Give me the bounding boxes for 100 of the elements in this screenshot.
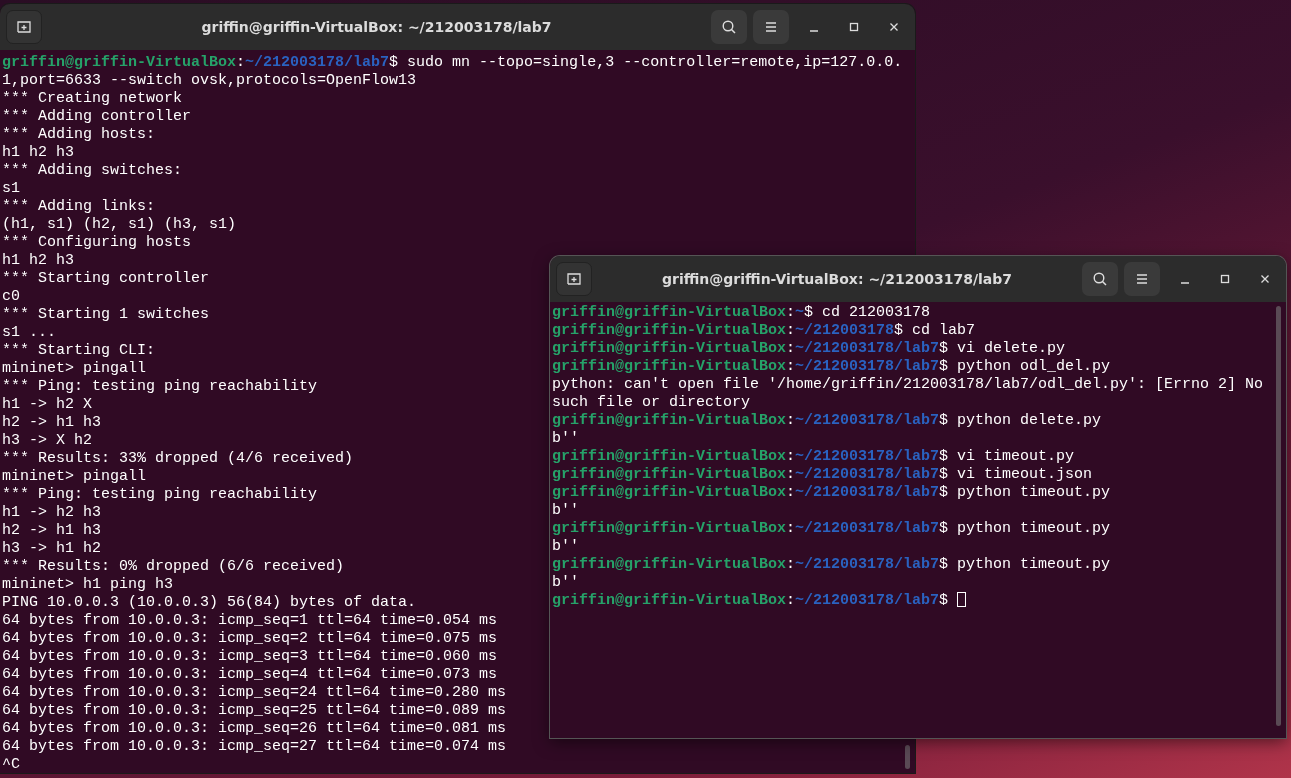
output-line: h1 -> h2 h3 <box>2 504 102 521</box>
prompt-separator: : <box>786 484 796 501</box>
prompt-user: griffin@griffin-VirtualBox <box>552 466 787 483</box>
prompt-path: ~/212003178/lab7 <box>795 520 940 537</box>
close-icon <box>889 22 899 32</box>
output-line: h2 -> h1 h3 <box>2 522 102 539</box>
prompt-separator: : <box>786 358 796 375</box>
prompt-path: ~/212003178/lab7 <box>795 466 940 483</box>
prompt-path: ~/212003178/lab7 <box>795 484 940 501</box>
prompt-path: ~/212003178 <box>795 322 895 339</box>
output-line: 64 bytes from 10.0.0.3: icmp_seq=27 ttl=64 time=0.074 ms <box>2 738 507 755</box>
output-line: 64 bytes from 10.0.0.3: icmp_seq=1 ttl=64 time=0.054 ms <box>2 612 498 629</box>
menu-button[interactable] <box>1124 262 1160 296</box>
prompt-path: ~/212003178/lab7 <box>795 592 940 609</box>
maximize-icon <box>849 22 859 32</box>
command-text: $ vi timeout.py <box>939 448 1075 465</box>
output-line: PING 10.0.0.3 (10.0.0.3) 56(84) bytes of data. <box>2 594 417 611</box>
command-text: $ vi timeout.json <box>939 466 1093 483</box>
prompt-user: griffin@griffin-VirtualBox <box>552 322 787 339</box>
prompt-user: griffin@griffin-VirtualBox <box>552 448 787 465</box>
new-tab-icon <box>16 19 32 35</box>
close-icon <box>1260 274 1270 284</box>
new-tab-button[interactable] <box>556 262 592 296</box>
new-tab-button[interactable] <box>6 10 42 44</box>
new-tab-icon <box>566 271 582 287</box>
prompt-user: griffin@griffin-VirtualBox <box>552 340 787 357</box>
search-icon <box>1092 271 1108 287</box>
output-line: h3 -> X h2 <box>2 432 92 449</box>
output-line: *** Configuring hosts <box>2 234 192 251</box>
prompt-path: ~/212003178/lab7 <box>795 556 940 573</box>
output-line: *** Ping: testing ping reachability <box>2 378 318 395</box>
prompt-user: griffin@griffin-VirtualBox <box>552 520 787 537</box>
command-text: $ python odl_del.py <box>939 358 1111 375</box>
output-line: *** Adding controller <box>2 108 192 125</box>
prompt-separator: : <box>236 54 246 71</box>
menu-icon <box>1135 273 1149 285</box>
output-line: 64 bytes from 10.0.0.3: icmp_seq=24 ttl=64 time=0.280 ms <box>2 684 507 701</box>
search-button[interactable] <box>1082 262 1118 296</box>
output-line: b'' <box>552 430 579 447</box>
window-title: griffin@griffin-VirtualBox: ~/212003178/lab7 <box>661 271 1013 287</box>
prompt-user: griffin@griffin-VirtualBox <box>2 54 237 71</box>
command-text: $ cd 212003178 <box>804 304 931 321</box>
prompt-path: ~/212003178/lab7 <box>795 448 940 465</box>
minimize-icon <box>810 30 818 32</box>
command-text: $ cd lab7 <box>894 322 976 339</box>
prompt-separator: : <box>786 412 796 429</box>
output-line: b'' <box>552 502 579 519</box>
output-line: *** Adding switches: <box>2 162 183 179</box>
output-line: such file or directory <box>552 394 751 411</box>
prompt-separator: : <box>786 520 796 537</box>
prompt-path: ~/212003178/lab7 <box>795 340 940 357</box>
output-line: mininet> pingall <box>2 360 147 377</box>
output-line: h2 -> h1 h3 <box>2 414 102 431</box>
prompt-path: ~/212003178/lab7 <box>795 358 940 375</box>
search-button[interactable] <box>711 10 747 44</box>
maximize-icon <box>1220 274 1230 284</box>
prompt-path: ~/212003178/lab7 <box>795 412 940 429</box>
output-line: ^C <box>2 756 20 773</box>
output-line: 64 bytes from 10.0.0.3: icmp_seq=26 ttl=64 time=0.081 ms <box>2 720 507 737</box>
menu-icon <box>764 21 778 33</box>
prompt-separator: : <box>786 466 796 483</box>
prompt-user: griffin@griffin-VirtualBox <box>552 358 787 375</box>
prompt-separator: : <box>786 556 796 573</box>
output-line: *** Results: 33% dropped (4/6 received) <box>2 450 354 467</box>
prompt-separator: : <box>786 322 796 339</box>
search-icon <box>721 19 737 35</box>
prompt-user: griffin@griffin-VirtualBox <box>552 556 787 573</box>
output-line: 1,port=6633 --switch ovsk,protocols=OpenFlow13 <box>2 72 417 89</box>
output-line: s1 ... <box>2 324 56 341</box>
prompt-separator: : <box>786 304 796 321</box>
output-line: h1 h2 h3 <box>2 144 74 161</box>
command-text: $ sudo mn --topo=single,3 --controller=remote,ip=127.0.0. <box>389 54 903 71</box>
output-line: 64 bytes from 10.0.0.3: icmp_seq=2 ttl=64 time=0.075 ms <box>2 630 498 647</box>
output-line: *** Ping: testing ping reachability <box>2 486 318 503</box>
output-line: b'' <box>552 574 579 591</box>
prompt-separator: : <box>786 592 796 609</box>
output-line: h1 h2 h3 <box>2 252 74 269</box>
output-line: (h1, s1) (h2, s1) (h3, s1) <box>2 216 237 233</box>
prompt-path: ~ <box>795 304 805 321</box>
output-line: *** Adding hosts: <box>2 126 156 143</box>
output-line: *** Adding links: <box>2 198 156 215</box>
scrollbar-thumb[interactable] <box>1276 306 1281 726</box>
command-text: $ python timeout.py <box>939 520 1111 537</box>
output-line: *** Starting CLI: <box>2 342 156 359</box>
prompt-separator: : <box>786 340 796 357</box>
output-line: *** Starting controller <box>2 270 210 287</box>
minimize-icon <box>1181 282 1189 284</box>
output-line: 64 bytes from 10.0.0.3: icmp_seq=3 ttl=64 time=0.060 ms <box>2 648 498 665</box>
prompt-user: griffin@griffin-VirtualBox <box>552 592 787 609</box>
scrollbar-thumb[interactable] <box>905 745 910 769</box>
output-line: s1 <box>2 180 20 197</box>
output-line: mininet> pingall <box>2 468 147 485</box>
prompt-separator: : <box>786 448 796 465</box>
command-text: $ python timeout.py <box>939 556 1111 573</box>
output-line: 64 bytes from 10.0.0.3: icmp_seq=25 ttl=64 time=0.089 ms <box>2 702 507 719</box>
output-line: h1 -> h2 X <box>2 396 92 413</box>
command-text: $ python timeout.py <box>939 484 1111 501</box>
output-line: h3 -> h1 h2 <box>2 540 102 557</box>
output-line: *** Starting 1 switches <box>2 306 210 323</box>
menu-button[interactable] <box>753 10 789 44</box>
